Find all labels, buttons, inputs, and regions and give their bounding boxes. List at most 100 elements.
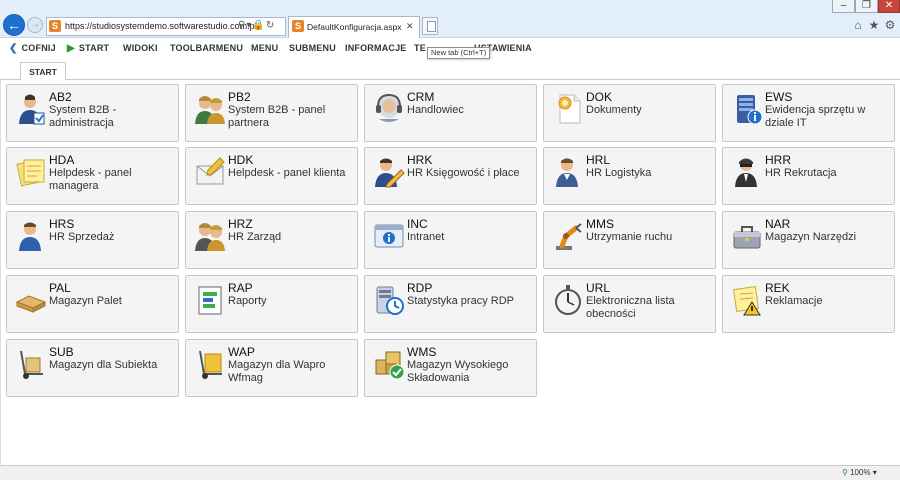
tile-description: Magazyn dla Wapro Wfmag [228, 359, 326, 384]
home-icon[interactable]: ⌂ [851, 18, 865, 32]
back-button[interactable]: ← [3, 14, 25, 36]
address-url: https://studiosystemdemo.softwarestudio.… [65, 21, 260, 31]
tile-description: HR Logistyka [586, 167, 652, 179]
tile-description: HR Sprzedaż [49, 231, 115, 243]
settings-gear-icon[interactable]: ⚙ [883, 18, 897, 32]
tile-code: PB2 [228, 90, 251, 104]
zoom-icon: ⚲ [842, 468, 848, 477]
tile-rek[interactable]: REK Reklamacje [722, 275, 895, 333]
site-logo-icon: S [49, 20, 61, 32]
tile-description: Reklamacje [765, 295, 823, 307]
new-tab-button[interactable] [422, 17, 438, 35]
tab-strip [0, 62, 900, 80]
zoom-control[interactable]: ⚲ 100% ▾ [842, 466, 877, 479]
toolbox-icon [731, 220, 763, 252]
tile-mms[interactable]: MMS Utrzymanie ruchu [543, 211, 716, 269]
tile-code: NAR [765, 217, 791, 231]
tile-code: CRM [407, 90, 435, 104]
tile-hrk[interactable]: HRK HR Księgowość i płace [364, 147, 537, 205]
restore-button[interactable]: ❐ [855, 0, 878, 13]
tile-code: HRK [407, 153, 433, 167]
tile-code: RDP [407, 281, 433, 295]
tile-dok[interactable]: DOK Dokumenty [543, 84, 716, 142]
document-icon [552, 93, 584, 125]
favorites-star-icon[interactable]: ★ [867, 18, 881, 32]
user-admin-icon [15, 93, 47, 125]
toolbar-submenu[interactable]: SUBMENU [289, 39, 336, 57]
tile-code: REK [765, 281, 790, 295]
tile-description: Raporty [228, 295, 267, 307]
tile-description: Magazyn dla Subiekta [49, 359, 158, 371]
tile-url[interactable]: URL Elektroniczna lista obecności [543, 275, 716, 333]
toolbar-toolbarmenu[interactable]: TOOLBARMENU [170, 39, 243, 57]
tile-crm[interactable]: CRM Handlowiec [364, 84, 537, 142]
tile-description: Magazyn Palet [49, 295, 122, 307]
tile-inc[interactable]: INC Intranet [364, 211, 537, 269]
tile-description: Ewidencja sprzętu w dziale IT [765, 104, 866, 129]
toolbar-cofnij[interactable]: ❮ COFNIJ [9, 39, 56, 57]
forward-button[interactable]: → [27, 17, 43, 33]
tab-close-icon[interactable]: ✕ [406, 20, 414, 32]
tile-ab2[interactable]: AB2 System B2B - administracja [6, 84, 179, 142]
boxes-check-icon [373, 348, 405, 380]
toolbar-start[interactable]: ▶ START [67, 39, 109, 57]
tile-code: INC [407, 217, 428, 231]
tile-hrr[interactable]: HRR HR Rekrutacja [722, 147, 895, 205]
tile-code: WMS [407, 345, 437, 359]
tile-description: Dokumenty [586, 104, 642, 116]
browser-tab[interactable]: DefaultKonfiguracja.aspx [288, 16, 420, 38]
users-board-icon [194, 220, 226, 252]
tile-hda[interactable]: HDA Helpdesk - panel managera [6, 147, 179, 205]
report-icon [194, 284, 226, 316]
server-clock-icon [373, 284, 405, 316]
tile-code: HRZ [228, 217, 253, 231]
tile-description: HR Księgowość i płace [407, 167, 520, 179]
zoom-level: 100% [850, 468, 871, 477]
tile-code: AB2 [49, 90, 72, 104]
server-info-icon [731, 93, 763, 125]
notes-icon [15, 156, 47, 188]
address-actions[interactable]: ⚲▾🔒↻ [238, 18, 275, 34]
headset-icon [373, 93, 405, 125]
hand-truck-box-icon [194, 348, 226, 380]
user-recruit-icon [731, 156, 763, 188]
tile-description: Elektroniczna lista obecności [586, 295, 675, 320]
tile-rdp[interactable]: RDP Statystyka pracy RDP [364, 275, 537, 333]
refresh-icon[interactable]: ↻ [266, 20, 275, 31]
users-partner-icon [194, 93, 226, 125]
tile-pal[interactable]: PAL Magazyn Palet [6, 275, 179, 333]
lock-icon[interactable]: 🔒 [252, 20, 265, 31]
tile-nar[interactable]: NAR Magazyn Narzędzi [722, 211, 895, 269]
toolbar-te[interactable]: TE [414, 39, 426, 57]
tile-description: Statystyka pracy RDP [407, 295, 514, 307]
tile-code: HRL [586, 153, 611, 167]
close-window-button[interactable]: ✕ [878, 0, 900, 13]
tile-ews[interactable]: EWS Ewidencja sprzętu w dziale IT [722, 84, 895, 142]
tile-description: Magazyn Narzędzi [765, 231, 857, 243]
tile-description: Handlowiec [407, 104, 464, 116]
minimize-button[interactable]: – [832, 0, 855, 13]
toolbar-menu[interactable]: MENU [251, 39, 278, 57]
play-icon: ▶ [67, 43, 75, 54]
user-logistics-icon [552, 156, 584, 188]
tile-description: Helpdesk - panel klienta [228, 167, 346, 179]
tile-code: HRR [765, 153, 791, 167]
tile-hrs[interactable]: HRS HR Sprzedaż [6, 211, 179, 269]
tile-wap[interactable]: WAP Magazyn dla Wapro Wfmag [185, 339, 358, 397]
tile-sub[interactable]: SUB Magazyn dla Subiekta [6, 339, 179, 397]
tile-rap[interactable]: RAP Raporty [185, 275, 358, 333]
tile-pb2[interactable]: PB2 System B2B - panel partnera [185, 84, 358, 142]
tile-description: System B2B - panel partnera [228, 104, 326, 129]
tile-code: HDK [228, 153, 254, 167]
tile-description: System B2B - administracja [49, 104, 117, 129]
tile-hdk[interactable]: HDK Helpdesk - panel klienta [185, 147, 358, 205]
tab-start[interactable]: START [20, 62, 66, 81]
toolbar-widoki[interactable]: WIDOKI [123, 39, 158, 57]
tab-title: DefaultKonfiguracja.aspx [307, 22, 402, 32]
back-arrow-icon: ❮ [9, 43, 18, 54]
tile-hrz[interactable]: HRZ HR Zarząd [185, 211, 358, 269]
new-tab-tooltip: New tab (Ctrl+T) [427, 47, 491, 59]
tile-wms[interactable]: WMS Magazyn Wysokiego Składowania [364, 339, 537, 397]
tile-hrl[interactable]: HRL HR Logistyka [543, 147, 716, 205]
toolbar-informacje[interactable]: INFORMACJE [345, 39, 407, 57]
